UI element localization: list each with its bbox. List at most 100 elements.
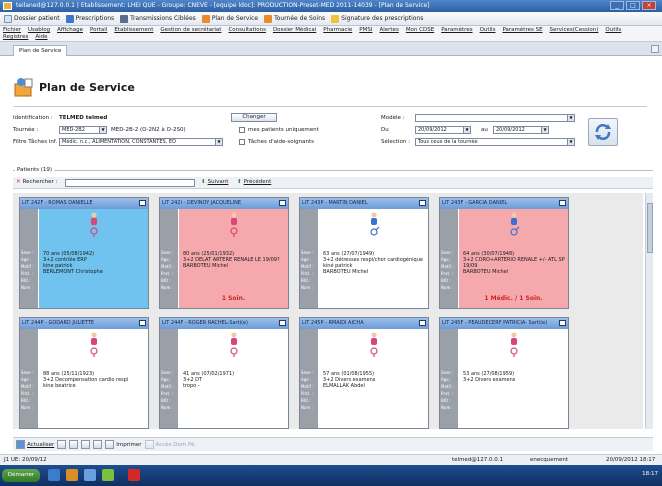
taskbar-app-icon[interactable] <box>48 469 60 481</box>
taskbar-app-icon[interactable] <box>128 469 140 481</box>
tabs-menu-button[interactable] <box>651 45 659 53</box>
toolbar-label: Transmissions Ciblées <box>130 15 196 22</box>
toolbar-dossier-patient[interactable]: Dossier patient <box>4 14 60 23</box>
patient-card[interactable]: LIT 245F - PEAUDECERF PATRICIA- Sarti(e)… <box>439 317 569 429</box>
tournee-select[interactable]: MED-2B2 ▼ <box>59 126 107 134</box>
menu-pmsi[interactable]: PMSI <box>359 27 372 34</box>
du-date-field[interactable]: 20/09/2012 ▼ <box>415 126 471 134</box>
card-menu-button[interactable] <box>139 200 146 206</box>
menu-parametres-se[interactable]: Paramètres SE <box>502 27 542 34</box>
status-user: telmed@127.0.0.1 <box>452 457 504 463</box>
card-side-labels: Sexe : Age : Motif : Prat. : BIO : Nom : <box>440 209 458 308</box>
card-bed-name: LIT 244P - GODARD JULIETTE <box>22 320 95 326</box>
toolbar-plan-de-service[interactable]: Plan de Service <box>201 14 258 23</box>
refresh-icon <box>16 440 25 449</box>
card-side-label: Sexe : <box>21 370 34 375</box>
menu-outils-2[interactable]: Outils <box>605 27 621 34</box>
start-button[interactable]: Démarrer <box>2 469 40 482</box>
access-button[interactable]: Accès Dom Pé <box>144 440 194 449</box>
menu-parametres[interactable]: Paramètres <box>441 27 472 34</box>
menu-usablog[interactable]: Usablog <box>28 27 50 34</box>
menu-aide[interactable]: Aide <box>35 34 47 41</box>
close-button[interactable]: × <box>642 1 656 10</box>
taskbar-app-icon[interactable] <box>66 469 78 481</box>
card-menu-button[interactable] <box>419 200 426 206</box>
card-menu-button[interactable] <box>559 200 566 206</box>
menu-services-cession[interactable]: Services(Cession) <box>550 27 599 34</box>
view-4-icon[interactable] <box>93 440 103 449</box>
tournee-extra: MED-2B-2 (O-2N2 à O-2S0) <box>111 127 186 133</box>
ident-label: Identification : <box>13 115 53 121</box>
toolbar-tournee-soins[interactable]: Tournée de Soins <box>264 14 325 23</box>
minimize-button[interactable]: _ <box>610 1 624 10</box>
view-3-icon[interactable] <box>81 440 91 449</box>
transmission-icon <box>120 14 129 23</box>
menu-alertes[interactable]: Alertes <box>379 27 398 34</box>
cards-scrollbar[interactable] <box>645 193 653 429</box>
filtre-select[interactable]: Médic. n.c., ALIMENTATION, CONSTANTES, E… <box>59 138 223 146</box>
menu-outils[interactable]: Outils <box>480 27 496 34</box>
arrow-down-icon: ⬇ <box>201 179 206 185</box>
card-side-label: Age : <box>21 257 32 262</box>
patient-card[interactable]: LIT 244P - GODARD JULIETTE Sexe : Age : Mot… <box>19 317 149 429</box>
patient-card[interactable]: LIT 242F - ROMAS DANIELLE Sexe : Age : Moti… <box>19 197 149 309</box>
menu-consultations[interactable]: Consultations <box>228 27 266 34</box>
menu-mon-cdse[interactable]: Mon CDSE <box>406 27 434 34</box>
au-date-field[interactable]: 20/09/2012 ▼ <box>493 126 549 134</box>
toolbar-prescriptions[interactable]: Prescriptions <box>65 14 115 23</box>
patient-card[interactable]: LIT 244F - ROGER RACHEL-Sarti(e) Sexe : Ag… <box>159 317 289 429</box>
view-1-icon[interactable] <box>57 440 67 449</box>
patient-card[interactable]: LIT 243P - MARTIN DANIEL Sexe : Age : Motif… <box>299 197 429 309</box>
menu-registres[interactable]: Registres <box>3 34 28 41</box>
menu-dossier-medical[interactable]: Dossier Médical <box>273 27 316 34</box>
menu-portail[interactable]: Portail <box>90 27 107 34</box>
menu-fichier[interactable]: Fichier <box>3 27 21 34</box>
modele-select[interactable]: ▼ <box>415 114 575 122</box>
search-input[interactable] <box>65 179 195 187</box>
previous-button[interactable]: ⬆ Précédent <box>237 179 271 185</box>
patient-card[interactable]: LIT 245P - RMAIDI AICHA Sexe : Age : Motif … <box>299 317 429 429</box>
menu-affichage[interactable]: Affichage <box>57 27 83 34</box>
change-button[interactable]: Changer <box>231 113 277 122</box>
mes-patients-checkbox[interactable]: mes patients uniquement <box>239 127 319 133</box>
menu-etablissement[interactable]: Etablissement <box>114 27 153 34</box>
card-header: LIT 242I - DEVINOY JACQUELINE <box>160 198 288 209</box>
next-label: Suivant <box>207 179 229 185</box>
au-label: au <box>481 127 488 133</box>
tab-plan-de-service[interactable]: Plan de Service <box>13 45 68 56</box>
print-button[interactable]: Imprimer <box>105 440 142 449</box>
card-side-label: Nom : <box>21 405 33 410</box>
menu-pharmacie[interactable]: Pharmacie <box>323 27 352 34</box>
card-menu-button[interactable] <box>419 320 426 326</box>
view-2-icon[interactable] <box>69 440 79 449</box>
selection-label: Sélection : <box>381 139 410 145</box>
card-side-label: Age : <box>21 377 32 382</box>
patient-card[interactable]: LIT 243F - GARCIA DANIEL Sexe : Age : Motif… <box>439 197 569 309</box>
card-soins: 1 Médic. / 1 Soin. <box>484 295 543 302</box>
taches-aide-checkbox[interactable]: Tâches d'aide-soignants <box>239 139 314 145</box>
toolbar-signature[interactable]: Signature des prescriptions <box>331 14 423 23</box>
card-menu-button[interactable] <box>139 320 146 326</box>
female-patient-icon <box>229 212 238 237</box>
card-menu-button[interactable] <box>279 320 286 326</box>
taskbar-app-icon[interactable] <box>84 469 96 481</box>
scroll-thumb[interactable] <box>647 203 653 253</box>
next-button[interactable]: ⬇ Suivant <box>201 179 228 185</box>
toolbar-label: Dossier patient <box>14 15 60 22</box>
arrow-up-icon: ⬆ <box>237 179 242 185</box>
card-menu-button[interactable] <box>279 200 286 206</box>
card-side-label: Motif : <box>161 264 174 269</box>
toolbar-transmissions[interactable]: Transmissions Ciblées <box>120 14 196 23</box>
menu-gestion-secretariat[interactable]: Gestion de secrétariat <box>160 27 221 34</box>
patient-card[interactable]: LIT 242I - DEVINOY JACQUELINE Sexe : Age :… <box>159 197 289 309</box>
taskbar-app-icon[interactable] <box>102 469 114 481</box>
refresh-button[interactable]: Actualiser <box>16 440 54 449</box>
selection-select[interactable]: Tous ceux de la tournée ▼ <box>415 138 575 146</box>
card-body: 41 ans (07/02/1971) 3+2 DT tropo - <box>179 329 288 428</box>
refresh-filter-button[interactable] <box>588 118 618 146</box>
toolbar-label: Prescriptions <box>75 15 115 22</box>
maximize-button[interactable]: □ <box>626 1 640 10</box>
card-menu-button[interactable] <box>559 320 566 326</box>
search-control[interactable]: ✕ Rechercher : <box>16 179 57 185</box>
tournee-label: Tournée : <box>13 127 39 133</box>
